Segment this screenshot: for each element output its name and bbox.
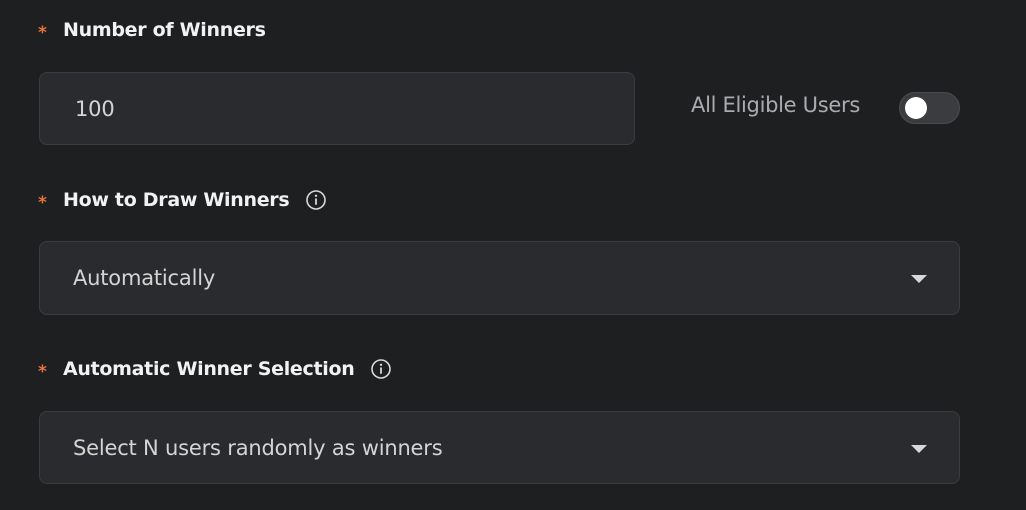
number-of-winners-label-row: * Number of Winners: [38, 15, 266, 45]
chevron-down-icon: [911, 444, 927, 453]
winner-settings-form: * Number of Winners 100 All Eligible Use…: [0, 0, 1026, 510]
info-circle-icon[interactable]: [370, 358, 392, 380]
auto-selection-label: Automatic Winner Selection: [63, 358, 355, 380]
how-to-draw-selected-value: Automatically: [73, 266, 216, 290]
required-asterisk: *: [38, 22, 47, 43]
auto-selection-select[interactable]: Select N users randomly as winners: [39, 411, 960, 484]
number-of-winners-label: Number of Winners: [63, 19, 266, 41]
auto-selection-selected-value: Select N users randomly as winners: [73, 435, 443, 460]
all-eligible-users-label: All Eligible Users: [691, 93, 860, 117]
chevron-down-icon: [911, 275, 927, 283]
how-to-draw-label: How to Draw Winners: [63, 189, 290, 211]
required-asterisk: *: [38, 192, 47, 213]
info-circle-icon[interactable]: [305, 189, 327, 211]
number-of-winners-input[interactable]: 100: [39, 72, 635, 145]
number-of-winners-value: 100: [75, 96, 115, 121]
auto-selection-label-row: * Automatic Winner Selection: [38, 354, 392, 384]
toggle-knob: [905, 97, 927, 119]
all-eligible-users-toggle[interactable]: [899, 92, 960, 124]
required-asterisk: *: [38, 361, 47, 382]
how-to-draw-select[interactable]: Automatically: [39, 241, 960, 315]
how-to-draw-label-row: * How to Draw Winners: [38, 185, 327, 215]
